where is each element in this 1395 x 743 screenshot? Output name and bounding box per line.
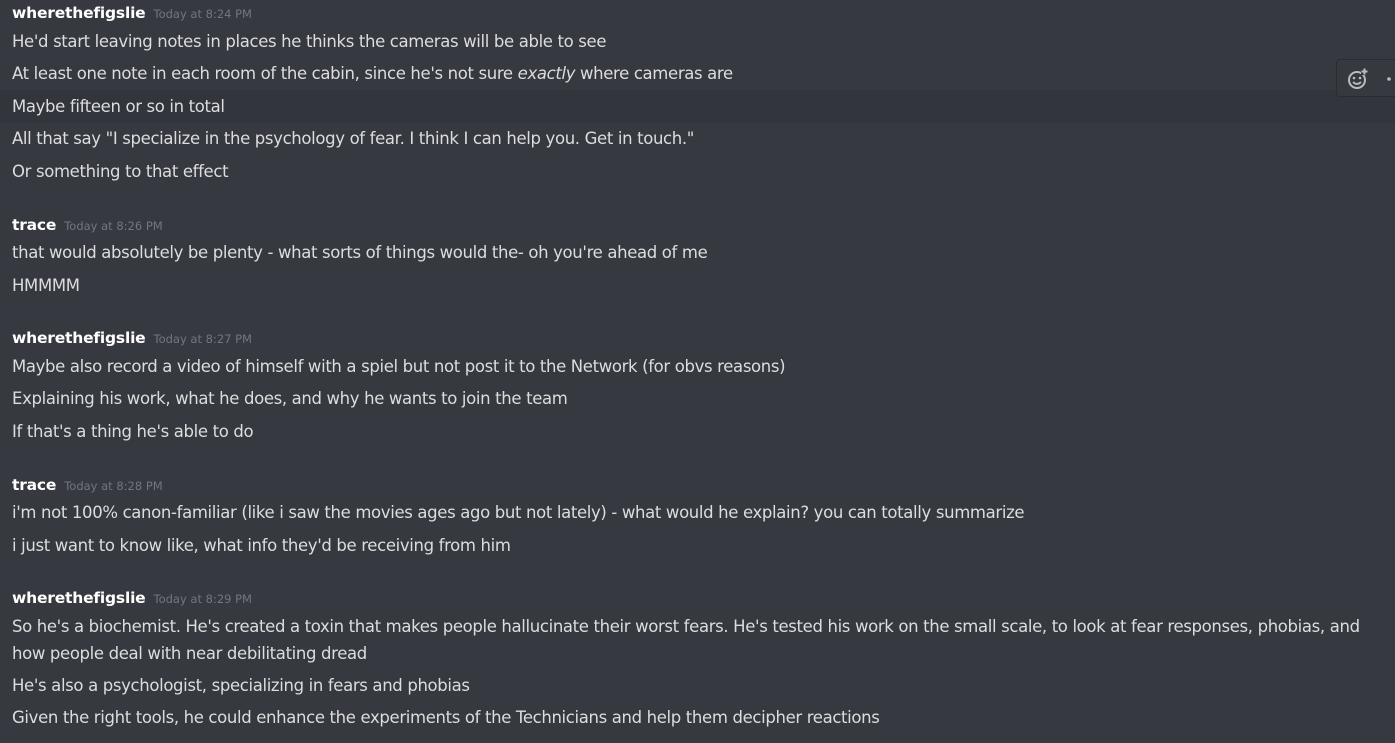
username[interactable]: wherethefigslie bbox=[12, 4, 146, 22]
message-text: At least one note in each room of the ca… bbox=[12, 60, 1382, 87]
username[interactable]: wherethefigslie bbox=[12, 589, 146, 607]
message-header: trace Today at 8:28 PM bbox=[12, 475, 163, 497]
message-text: Explaining his work, what he does, and w… bbox=[12, 389, 568, 408]
message-text: So he's a biochemist. He's created a tox… bbox=[12, 617, 1360, 663]
timestamp[interactable]: Today at 8:29 PM bbox=[154, 592, 252, 606]
message-header: trace Today at 8:26 PM bbox=[12, 215, 163, 237]
message-text: i'm not 100% canon-familiar (like i saw … bbox=[12, 503, 1025, 522]
message-text-segment: At least one note in each room of the ca… bbox=[12, 64, 518, 83]
message-text: that would absolutely be plenty - what s… bbox=[12, 243, 708, 262]
message-text: HMMMM bbox=[12, 276, 80, 295]
username[interactable]: wherethefigslie bbox=[12, 329, 146, 347]
timestamp[interactable]: Today at 8:28 PM bbox=[64, 479, 162, 493]
message-text: If that's a thing he's able to do bbox=[12, 422, 254, 441]
message-actions-toolbar bbox=[1336, 59, 1395, 97]
message-header: wherethefigslie Today at 8:27 PM bbox=[12, 328, 252, 350]
message-text-segment: where cameras are bbox=[575, 64, 733, 83]
chat-messages: wherethefigslie Today at 8:24 PM He'd sta… bbox=[0, 0, 1395, 743]
message-text: He's also a psychologist, specializing i… bbox=[12, 676, 470, 695]
message-header: wherethefigslie Today at 8:24 PM bbox=[12, 3, 252, 25]
timestamp[interactable]: Today at 8:24 PM bbox=[154, 7, 252, 21]
message-text: All that say "I specialize in the psycho… bbox=[12, 129, 695, 148]
message-text: Given the right tools, he could enhance … bbox=[12, 708, 880, 727]
username[interactable]: trace bbox=[12, 216, 56, 234]
message-text: He'd start leaving notes in places he th… bbox=[12, 32, 607, 51]
message-text: Maybe fifteen or so in total bbox=[12, 97, 225, 116]
timestamp[interactable]: Today at 8:27 PM bbox=[154, 332, 252, 346]
message-text: i just want to know like, what info they… bbox=[12, 536, 511, 555]
message-text-italic: exactly bbox=[517, 64, 576, 83]
message-text: Or something to that effect bbox=[12, 162, 229, 181]
message-text: Maybe also record a video of himself wit… bbox=[12, 357, 786, 376]
message-header: wherethefigslie Today at 8:29 PM bbox=[12, 588, 252, 610]
add-reaction-icon[interactable] bbox=[1346, 67, 1370, 91]
more-options-icon[interactable] bbox=[1382, 67, 1395, 91]
username[interactable]: trace bbox=[12, 476, 56, 494]
timestamp[interactable]: Today at 8:26 PM bbox=[64, 219, 162, 233]
